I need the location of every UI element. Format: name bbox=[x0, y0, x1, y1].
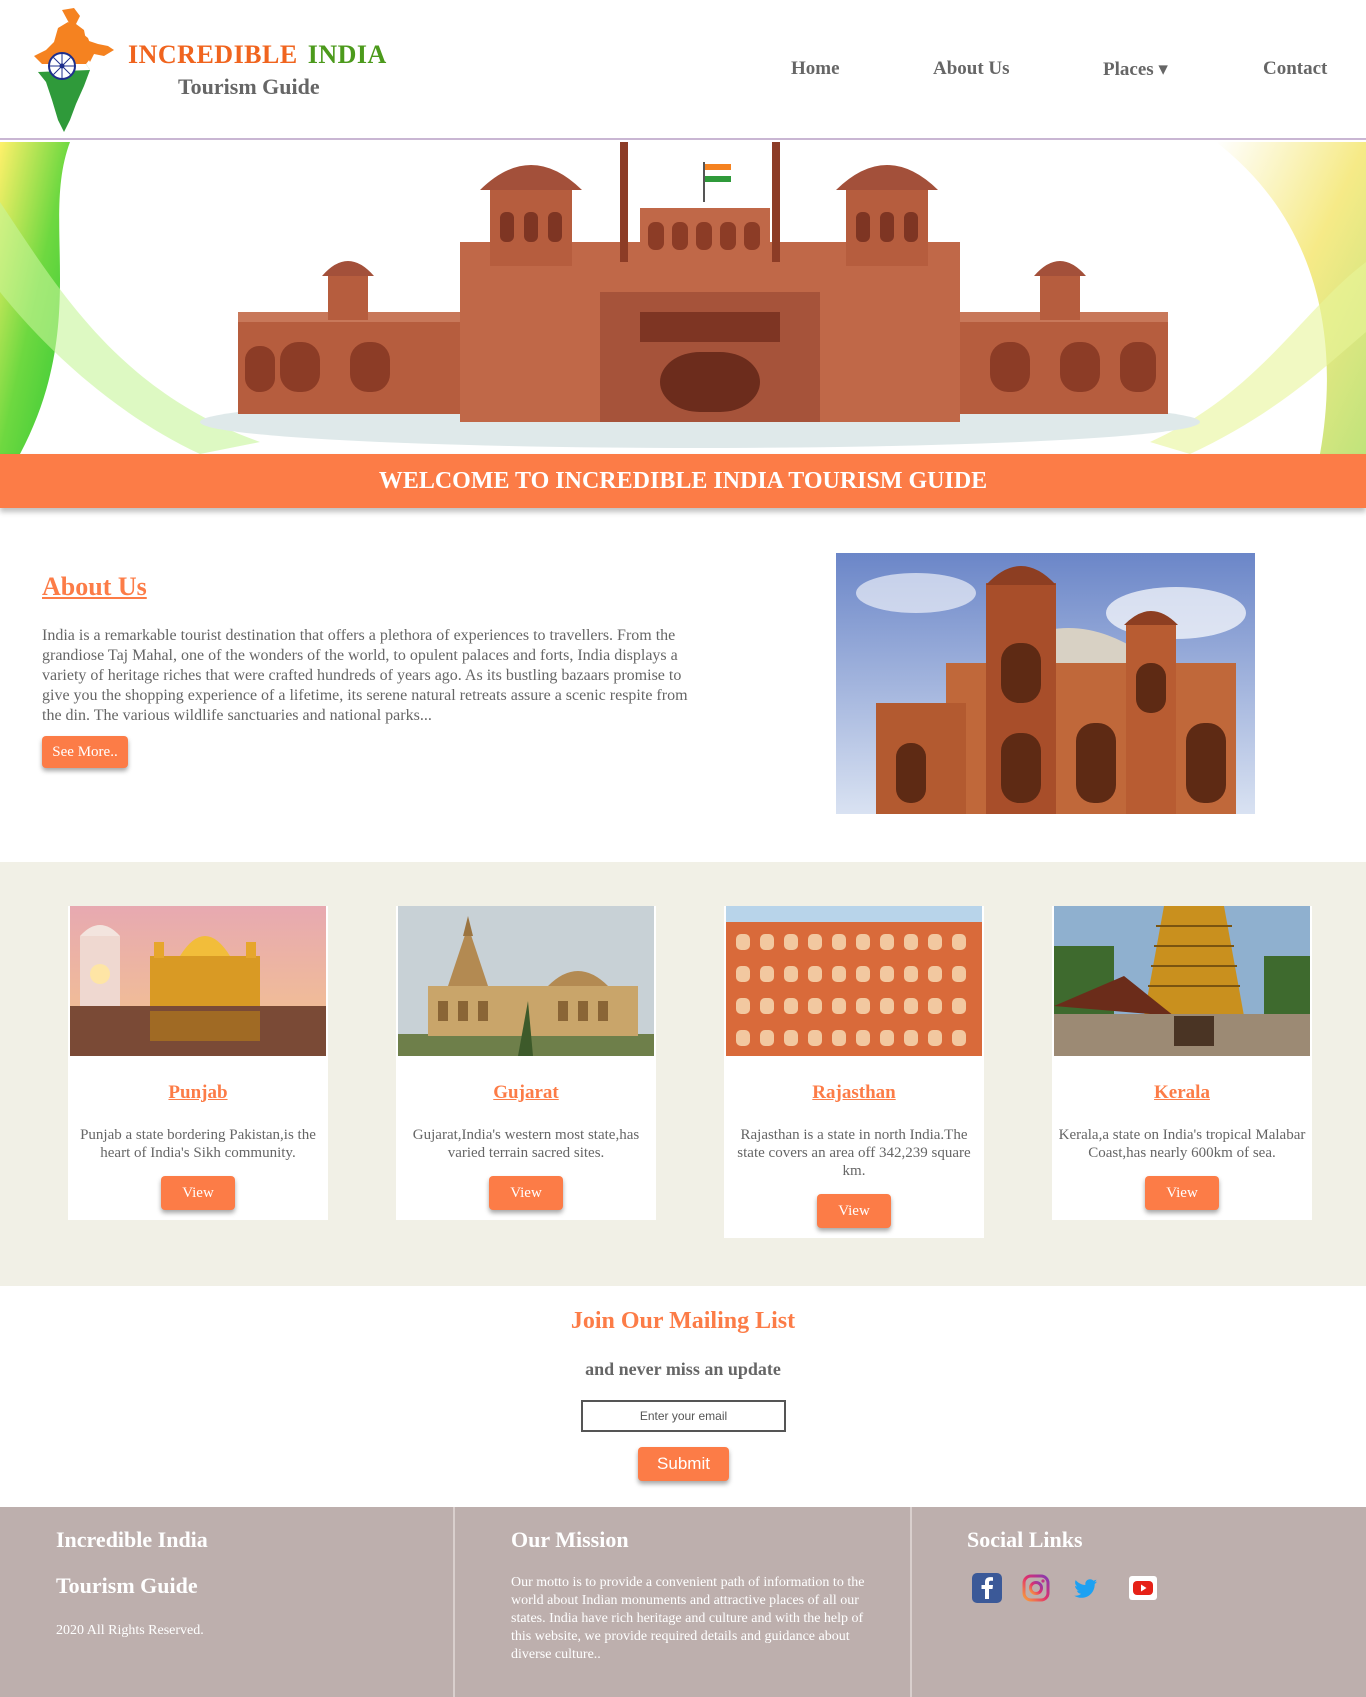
place-card-gujarat: Gujarat Gujarat,India's western most sta… bbox=[396, 906, 656, 1220]
place-text-rajasthan: Rajasthan is a state in north India.The … bbox=[737, 1127, 971, 1179]
brand-word-india: INDIA bbox=[307, 40, 387, 69]
place-card-punjab: Punjab Punjab a state bordering Pakistan… bbox=[68, 906, 328, 1220]
kerala-temple-image bbox=[1054, 906, 1310, 1056]
place-text-punjab: Punjab a state bordering Pakistan,is the… bbox=[80, 1127, 316, 1161]
nav-about-us[interactable]: About Us bbox=[933, 58, 1010, 80]
footer-social-column: Social Links bbox=[914, 1507, 1366, 1697]
youtube-icon[interactable] bbox=[1128, 1573, 1158, 1603]
gujarat-somnath-temple-image bbox=[398, 906, 654, 1056]
site-footer: Incredible India Tourism Guide 2020 All … bbox=[0, 1507, 1366, 1697]
place-title-punjab[interactable]: Punjab bbox=[68, 1082, 328, 1104]
place-text-kerala: Kerala,a state on India's tropical Malab… bbox=[1058, 1127, 1306, 1161]
footer-mission-column: Our Mission Our motto is to provide a co… bbox=[457, 1507, 912, 1697]
mailing-list-title: Join Our Mailing List bbox=[570, 1308, 796, 1334]
site-header: INCREDIBLE INDIA Tourism Guide Home About… bbox=[0, 0, 1366, 140]
brand-word-incredible: INCREDIBLE bbox=[128, 40, 298, 69]
welcome-banner: WELCOME TO INCREDIBLE INDIA TOURISM GUID… bbox=[0, 454, 1366, 508]
brand-subtitle: Tourism Guide bbox=[178, 74, 320, 99]
place-card-kerala: Kerala Kerala,a state on India's tropica… bbox=[1052, 906, 1312, 1220]
about-us-text: India is a remarkable tourist destinatio… bbox=[42, 627, 688, 724]
mailing-list-subtitle: and never miss an update bbox=[585, 1359, 781, 1379]
rajasthan-hawa-mahal-image bbox=[726, 906, 982, 1056]
footer-copyright: 2020 All Rights Reserved. bbox=[56, 1623, 204, 1638]
place-text-gujarat: Gujarat,India's western most state,has v… bbox=[412, 1127, 640, 1161]
footer-brand-subtitle: Tourism Guide bbox=[56, 1573, 198, 1598]
india-map-logo[interactable] bbox=[28, 8, 120, 134]
brand-title: INCREDIBLE INDIA bbox=[128, 40, 387, 70]
places-section: Punjab Punjab a state bordering Pakistan… bbox=[0, 862, 1366, 1286]
footer-mission-text: Our motto is to provide a convenient pat… bbox=[511, 1575, 865, 1662]
footer-brand-title: Incredible India bbox=[56, 1527, 208, 1552]
view-gujarat-button[interactable]: View bbox=[489, 1176, 563, 1210]
instagram-icon[interactable] bbox=[1021, 1573, 1051, 1603]
place-card-rajasthan: Rajasthan Rajasthan is a state in north … bbox=[724, 906, 984, 1238]
hero-banner-red-fort bbox=[0, 142, 1366, 454]
about-monument-image bbox=[836, 553, 1255, 814]
nav-places-dropdown[interactable]: Places ▾ bbox=[1103, 58, 1168, 81]
facebook-icon[interactable] bbox=[972, 1573, 1002, 1603]
view-kerala-button[interactable]: View bbox=[1145, 1176, 1219, 1210]
view-rajasthan-button[interactable]: View bbox=[817, 1194, 891, 1228]
welcome-text: WELCOME TO INCREDIBLE INDIA TOURISM GUID… bbox=[378, 468, 988, 494]
view-punjab-button[interactable]: View bbox=[161, 1176, 235, 1210]
see-more-button[interactable]: See More.. bbox=[42, 736, 128, 768]
footer-social-title: Social Links bbox=[967, 1527, 1083, 1552]
about-us-heading[interactable]: About Us bbox=[42, 572, 147, 602]
place-title-gujarat[interactable]: Gujarat bbox=[396, 1082, 656, 1104]
nav-home[interactable]: Home bbox=[791, 58, 840, 80]
nav-contact[interactable]: Contact bbox=[1263, 58, 1327, 80]
place-title-kerala[interactable]: Kerala bbox=[1052, 1082, 1312, 1104]
submit-button[interactable]: Submit bbox=[638, 1447, 729, 1481]
punjab-golden-temple-image bbox=[70, 906, 326, 1056]
place-title-rajasthan[interactable]: Rajasthan bbox=[724, 1082, 984, 1104]
twitter-icon[interactable] bbox=[1071, 1573, 1101, 1603]
email-input[interactable] bbox=[581, 1400, 786, 1432]
footer-mission-title: Our Mission bbox=[511, 1527, 629, 1552]
footer-brand-column: Incredible India Tourism Guide 2020 All … bbox=[0, 1507, 455, 1697]
